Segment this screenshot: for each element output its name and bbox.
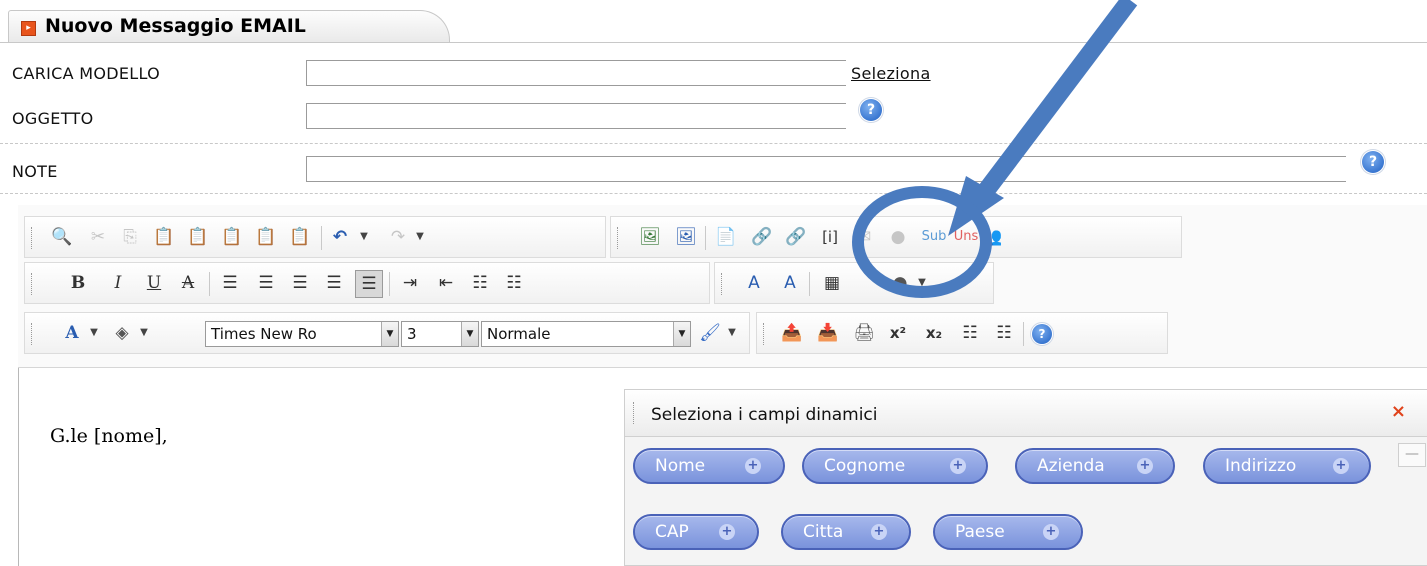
annotation-circle [852,186,992,298]
annotation-overlay [852,0,1138,298]
annotation-arrow-shaft [974,0,1138,202]
